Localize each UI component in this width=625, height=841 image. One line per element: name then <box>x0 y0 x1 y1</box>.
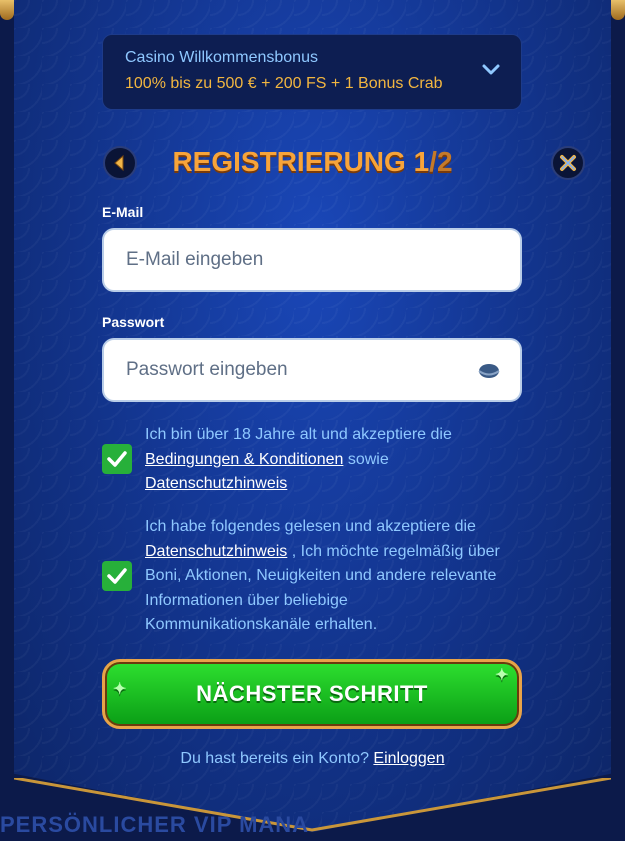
chevron-down-icon <box>482 64 500 75</box>
welcome-bonus-dropdown[interactable]: Casino Willkommensbonus 100% bis zu 500 … <box>102 34 522 110</box>
marketing-consent-checkbox[interactable] <box>102 561 132 591</box>
email-label: E-Mail <box>102 204 144 220</box>
title-text: REGISTRIERUNG <box>172 146 406 177</box>
email-input[interactable] <box>124 248 458 272</box>
password-label: Passwort <box>102 314 165 330</box>
step-total: /2 <box>429 146 453 177</box>
bonus-title: Casino Willkommensbonus <box>125 49 318 66</box>
email-field-wrapper[interactable] <box>102 228 522 292</box>
login-prompt: Du hast bereits ein Konto? Einloggen <box>0 750 625 768</box>
privacy-link[interactable]: Datenschutzhinweis <box>145 475 287 492</box>
eye-icon[interactable] <box>478 362 500 380</box>
age-terms-consent-text: Ich bin über 18 Jahre alt und akzeptiere… <box>145 423 515 497</box>
terms-link[interactable]: Bedingungen & Konditionen <box>145 451 343 468</box>
next-step-label: NÄCHSTER SCHRITT <box>196 681 428 706</box>
banner-rod-right <box>611 0 625 20</box>
sparkle-icon: ✦ <box>113 681 127 698</box>
login-link[interactable]: Einloggen <box>373 750 444 767</box>
consent1-text-b: sowie <box>343 450 389 468</box>
privacy-link-2[interactable]: Datenschutzhinweis <box>145 543 287 560</box>
close-icon <box>560 155 576 171</box>
consent2-text-a: Ich habe folgendes gelesen und akzeptier… <box>145 518 476 535</box>
next-step-button[interactable]: NÄCHSTER SCHRITT ✦ ✦ <box>102 659 522 729</box>
footer-partial-text: PERSÖNLICHER VIP MANA <box>0 812 310 837</box>
age-terms-checkbox[interactable] <box>102 444 132 474</box>
step-current: 1 <box>413 146 430 177</box>
banner-rod-left <box>0 0 14 20</box>
bonus-offer: 100% bis zu 500 € + 200 FS + 1 Bonus Cra… <box>125 75 443 92</box>
password-input[interactable] <box>124 358 458 382</box>
checkmark-icon <box>107 568 127 584</box>
checkmark-icon <box>107 451 127 467</box>
close-button[interactable] <box>551 146 585 180</box>
password-field-wrapper[interactable] <box>102 338 522 402</box>
login-prompt-text: Du hast bereits ein Konto? <box>180 750 374 767</box>
page-title: REGISTRIERUNG 1/2 <box>0 146 625 178</box>
marketing-consent-text: Ich habe folgendes gelesen und akzeptier… <box>145 515 515 638</box>
sparkle-icon: ✦ <box>495 667 509 684</box>
consent1-text-a: Ich bin über 18 Jahre alt und akzeptiere… <box>145 426 452 443</box>
